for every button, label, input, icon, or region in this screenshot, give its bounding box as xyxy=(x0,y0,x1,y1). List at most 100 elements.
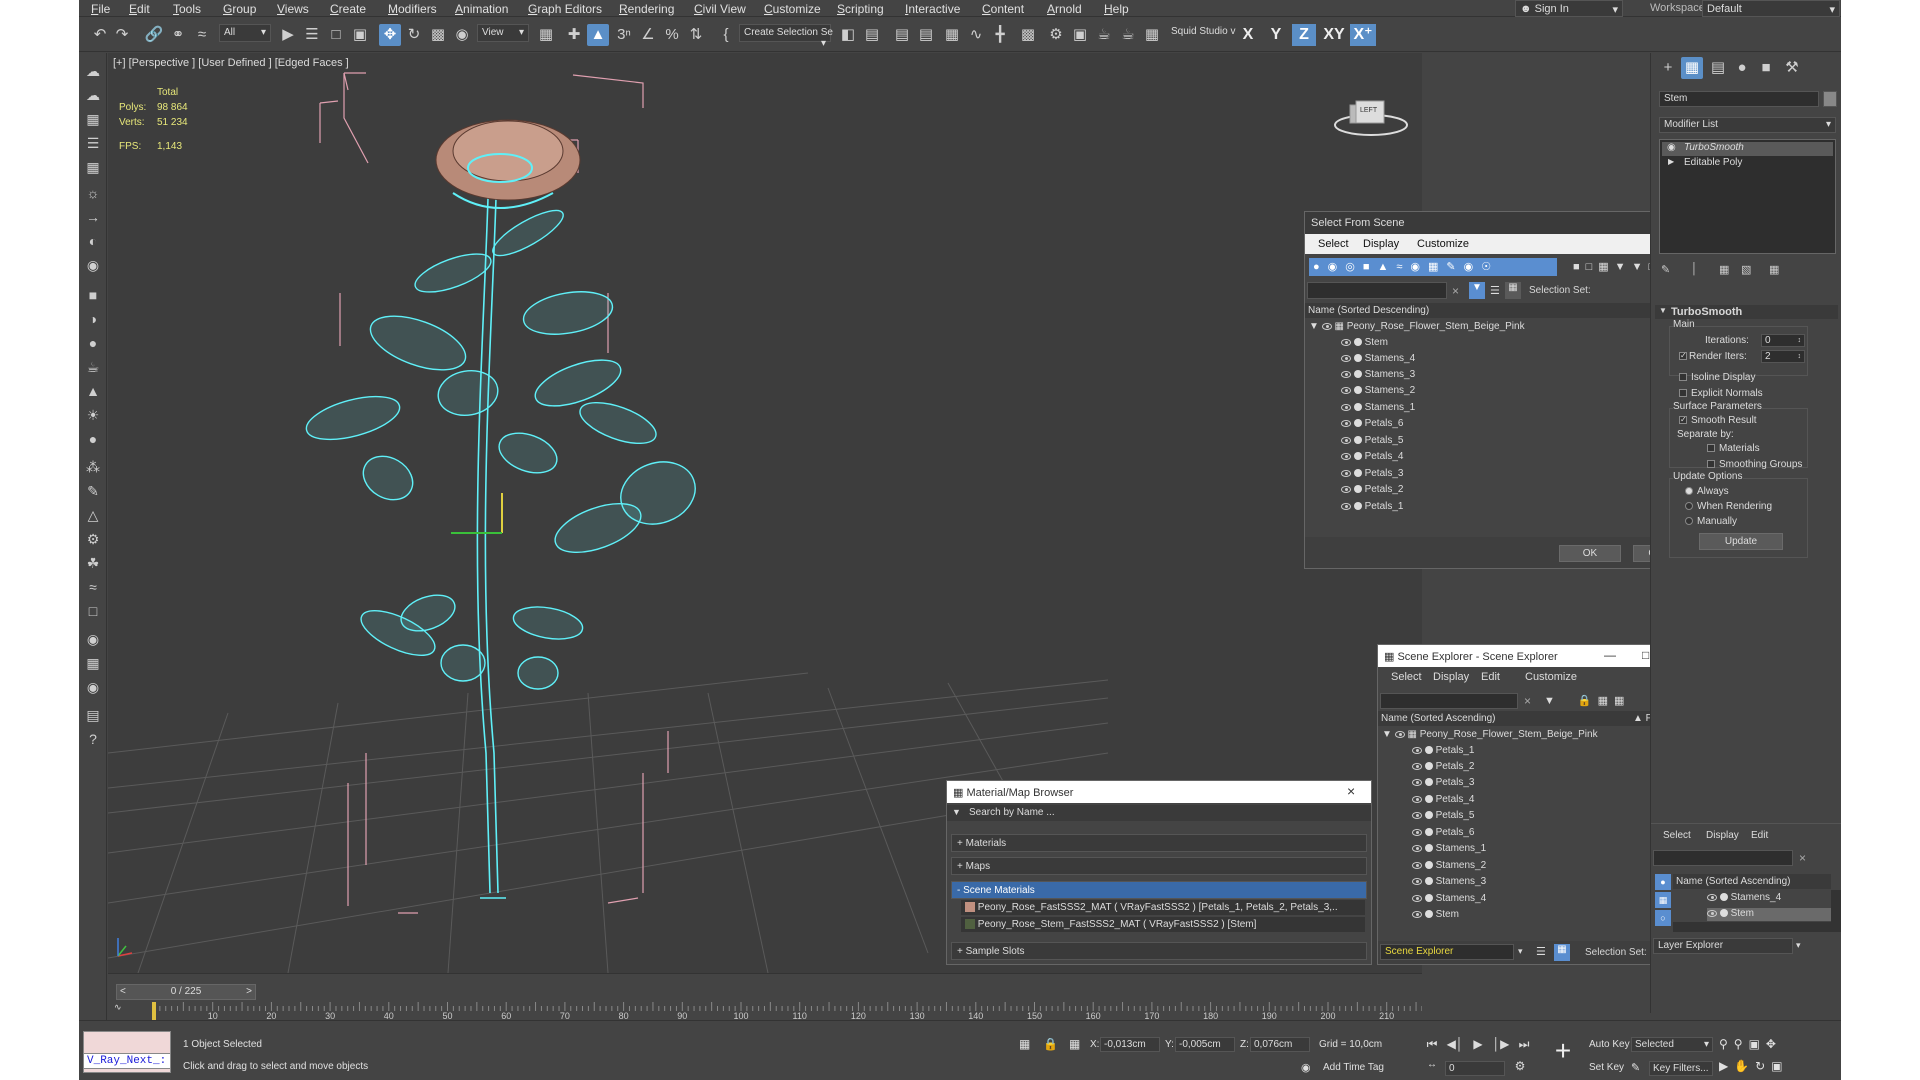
hierarchy-tab-icon[interactable]: ▤ xyxy=(1707,57,1729,79)
menu-edit[interactable]: Edit xyxy=(1751,830,1768,841)
ok-button[interactable]: OK xyxy=(1559,545,1621,562)
viewport-nav-icons-2[interactable]: ▶✋↻▣ xyxy=(1719,1059,1789,1073)
material-row[interactable]: Peony_Rose_Stem_FastSSS2_MAT ( VRayFastS… xyxy=(961,917,1365,932)
menu-scripting[interactable]: Scripting xyxy=(837,2,884,16)
menu-display[interactable]: Display xyxy=(1363,238,1399,250)
scrollbar[interactable] xyxy=(1831,890,1841,932)
bulb-icon[interactable] xyxy=(1424,778,1433,787)
layer-explorer-icon[interactable]: ▤ xyxy=(915,24,937,46)
teapot-icon[interactable]: ☕ xyxy=(83,357,103,377)
always-radio[interactable] xyxy=(1685,487,1693,495)
list-item[interactable]: Stamens_2 xyxy=(1412,860,1486,873)
named-selection-select[interactable]: Create Selection Se ▾ xyxy=(739,24,833,49)
list-item[interactable]: Petals_3 xyxy=(1412,777,1474,790)
bulb-icon[interactable] xyxy=(1353,419,1362,428)
cloud-icon[interactable]: ☁ xyxy=(83,61,103,81)
eye-icon[interactable] xyxy=(1394,730,1405,738)
percent-snap-icon[interactable]: % xyxy=(661,24,683,46)
next-frame-icon[interactable]: > xyxy=(246,985,255,999)
auto-key-select[interactable]: Selected ▾ xyxy=(1631,1037,1713,1052)
timeline-ruler[interactable]: 10 20 30 40 50 60 70 80 90 100 110 120 130 140 150 160 1… xyxy=(108,1002,1422,1020)
axis-x-button[interactable]: X xyxy=(1236,24,1260,46)
list-item[interactable]: Stem xyxy=(1707,908,1831,921)
mirror-icon[interactable]: ◧ xyxy=(837,24,859,46)
create-tab-icon[interactable]: + xyxy=(1657,57,1679,79)
reference-coord-select[interactable]: View ▾ xyxy=(477,24,529,42)
menu-animation[interactable]: Animation xyxy=(455,2,508,16)
eye-icon[interactable] xyxy=(1412,828,1422,836)
select-object-icon[interactable]: ▶ xyxy=(277,24,299,46)
angle-snap-icon[interactable]: ∠ xyxy=(637,24,659,46)
layers-icon[interactable]: ☰ xyxy=(1536,945,1546,958)
curve-editor-icon[interactable]: ∿ xyxy=(965,24,987,46)
bulb-icon[interactable] xyxy=(1424,795,1433,804)
bind-spacewarp-icon[interactable]: ≈ xyxy=(191,24,213,46)
explorer-tool-icons[interactable]: ▼ 🔒▦▦ xyxy=(1544,694,1630,707)
eye-icon[interactable] xyxy=(1412,894,1422,902)
bulb-icon[interactable] xyxy=(1424,844,1433,853)
bulb-icon[interactable] xyxy=(1353,436,1362,445)
minimize-icon[interactable]: — xyxy=(1604,648,1616,662)
eye-icon[interactable] xyxy=(1341,419,1351,427)
bulb-icon[interactable] xyxy=(1353,354,1362,363)
render-iters-spinner[interactable]: 2 ↕ xyxy=(1761,350,1805,363)
bulb-icon[interactable] xyxy=(1353,502,1362,511)
menu-views[interactable]: Views xyxy=(277,2,309,16)
menu-select[interactable]: Select xyxy=(1663,830,1691,841)
bulb-icon[interactable] xyxy=(1353,469,1362,478)
menu-display[interactable]: Display xyxy=(1433,671,1469,683)
list-item[interactable]: Stem xyxy=(1341,337,1388,350)
eye-icon[interactable] xyxy=(1412,778,1422,786)
workspaces-select[interactable]: Default ▾ xyxy=(1702,0,1840,17)
eye-icon[interactable] xyxy=(1412,910,1422,918)
ball-icon[interactable]: ● xyxy=(83,429,103,449)
set-key-big-icon[interactable]: + xyxy=(1548,1037,1578,1067)
go-to-end-icon[interactable]: ⏭ xyxy=(1514,1037,1534,1052)
current-frame-marker[interactable] xyxy=(152,1002,156,1020)
bulb-icon[interactable] xyxy=(1719,893,1728,902)
cloud-outline-icon[interactable]: ☁ xyxy=(83,85,103,105)
bulb-icon[interactable] xyxy=(1424,877,1433,886)
paint-icon[interactable]: ✎ xyxy=(83,481,103,501)
schematic-view-icon[interactable]: ╋ xyxy=(989,24,1011,46)
list-item[interactable]: Petals_6 xyxy=(1341,418,1403,431)
materials-checkbox[interactable] xyxy=(1707,444,1715,452)
eye-icon[interactable] xyxy=(1321,322,1332,330)
cone-icon[interactable]: ▲ xyxy=(83,381,103,401)
bulb-icon[interactable] xyxy=(1719,909,1728,918)
add-time-tag[interactable]: Add Time Tag xyxy=(1323,1062,1384,1073)
menu-graph-editors[interactable]: Graph Editors xyxy=(528,2,602,16)
eye-icon[interactable] xyxy=(1341,354,1351,362)
particles-icon[interactable]: ⁂ xyxy=(83,457,103,477)
align-icon[interactable]: ▤ xyxy=(861,24,883,46)
box-icon[interactable]: ■ xyxy=(83,285,103,305)
previous-frame-icon[interactable]: ◀│ xyxy=(1445,1037,1465,1051)
menu-group[interactable]: Group xyxy=(223,2,256,16)
list-icon[interactable]: ☰ xyxy=(83,133,103,153)
window-crossing-icon[interactable]: ▣ xyxy=(349,24,371,46)
script-icon[interactable]: ▦ xyxy=(83,653,103,673)
eye-icon[interactable] xyxy=(1341,485,1351,493)
chevron-down-icon[interactable]: ▾ xyxy=(1518,946,1523,957)
remove-modifier-icon[interactable]: ▧ xyxy=(1741,263,1751,276)
keyboard-shortcut-override-icon[interactable]: ▲ xyxy=(587,24,609,46)
menu-select[interactable]: Select xyxy=(1391,671,1422,683)
select-manipulate-icon[interactable]: ✚ xyxy=(563,24,585,46)
list-item[interactable]: Stamens_3 xyxy=(1412,876,1486,889)
filter-icon[interactable]: ▼ xyxy=(1469,282,1485,299)
category-maps[interactable]: + Maps xyxy=(951,857,1367,875)
render-production-icon[interactable]: ☕ xyxy=(1093,24,1115,46)
layers-icon[interactable]: ▤ xyxy=(83,705,103,725)
eye-icon[interactable] xyxy=(1707,909,1717,917)
layer-icon[interactable]: ▦ xyxy=(1655,892,1671,908)
list-item[interactable]: Petals_1 xyxy=(1412,745,1474,758)
hair-icon[interactable]: ≈ xyxy=(83,577,103,597)
bulb-icon[interactable] xyxy=(1424,828,1433,837)
layer-search-input[interactable] xyxy=(1653,850,1793,866)
viewcube[interactable]: LEFT xyxy=(1332,83,1410,145)
category-scene-materials[interactable]: - Scene Materials xyxy=(951,881,1367,899)
unlink-icon[interactable]: ⚭ xyxy=(167,24,189,46)
h-scrollbar[interactable] xyxy=(1673,922,1831,932)
curve-toggle-icon[interactable]: ∿ xyxy=(114,1002,122,1013)
gear-icon[interactable]: ⚙ xyxy=(83,529,103,549)
